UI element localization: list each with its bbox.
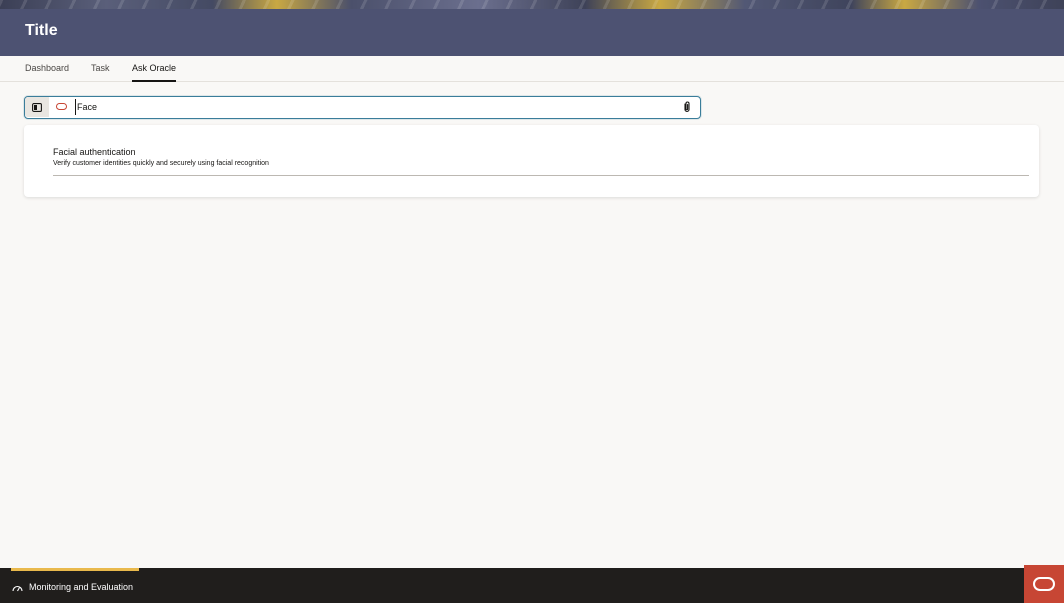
oracle-assistant-button[interactable] <box>1024 565 1064 603</box>
footer-active-indicator <box>11 568 139 571</box>
search-results-card: Facial authentication Verify customer id… <box>24 125 1039 197</box>
footer-bar: Monitoring and Evaluation <box>0 568 1064 603</box>
tab-task[interactable]: Task <box>91 63 110 82</box>
page-header: Title <box>0 9 1064 56</box>
footer-monitoring-link[interactable]: Monitoring and Evaluation <box>12 580 133 594</box>
ask-oracle-search-bar <box>24 96 701 119</box>
result-item[interactable]: Facial authentication Verify customer id… <box>53 146 1029 176</box>
result-description: Verify customer identities quickly and s… <box>53 160 269 167</box>
paperclip-icon[interactable] <box>682 101 692 113</box>
oracle-logo-icon <box>1033 577 1055 591</box>
gauge-icon <box>12 585 23 591</box>
sidebar-toggle-button[interactable] <box>25 97 49 117</box>
tab-dashboard[interactable]: Dashboard <box>25 63 69 82</box>
decorative-banner <box>0 0 1064 9</box>
oracle-logo-icon <box>56 103 67 110</box>
tab-bar: Dashboard Task Ask Oracle <box>0 56 1064 82</box>
sidebar-toggle-icon <box>32 102 42 112</box>
search-input[interactable] <box>75 99 675 115</box>
page-title: Title <box>25 22 58 39</box>
footer-label: Monitoring and Evaluation <box>29 582 134 592</box>
result-title: Facial authentication <box>53 147 136 157</box>
tab-ask-oracle[interactable]: Ask Oracle <box>132 63 177 82</box>
